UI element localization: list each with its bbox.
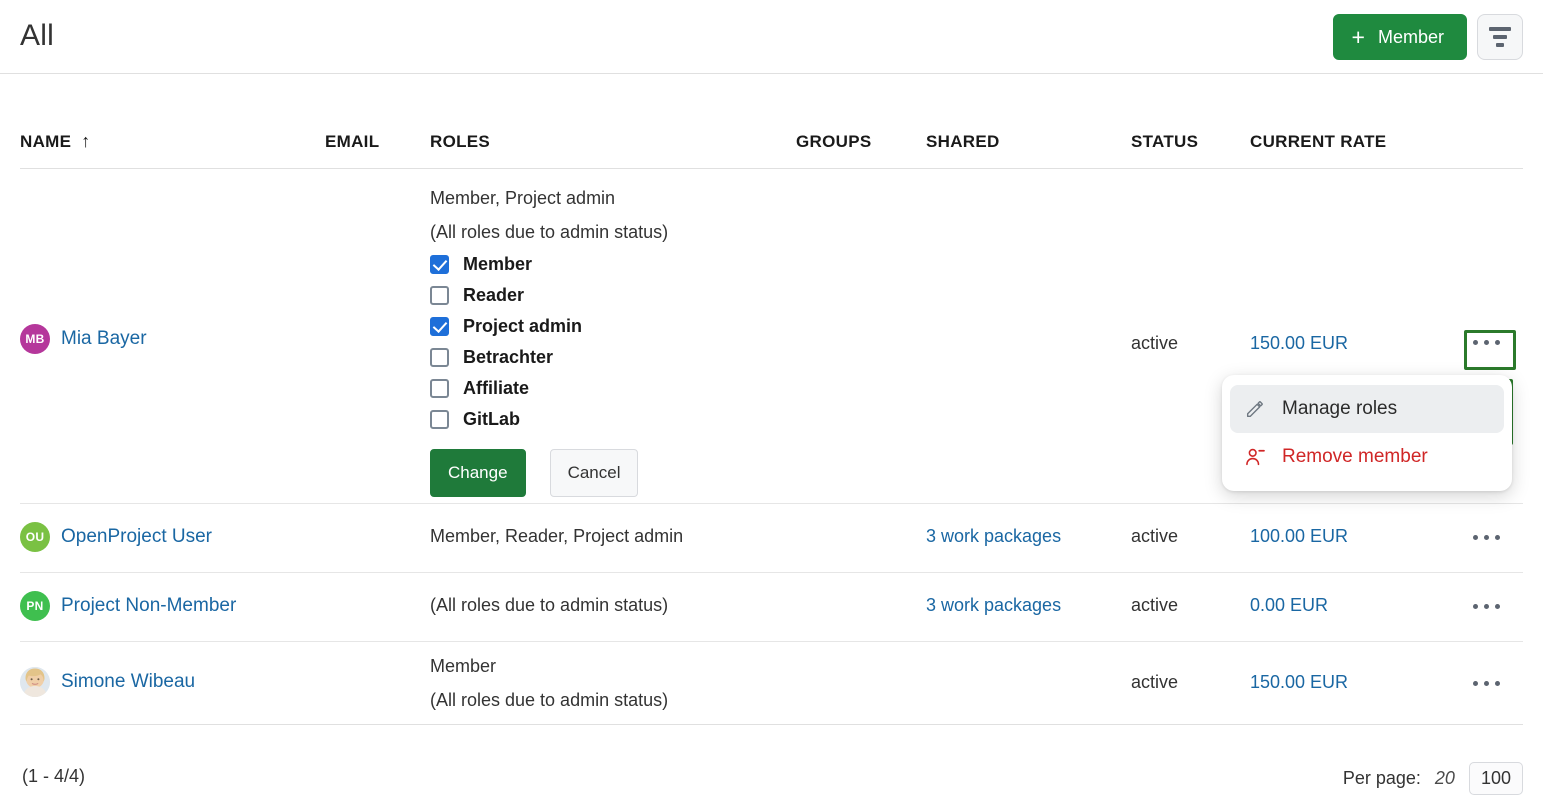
role-checkbox-betrachter[interactable]: Betrachter bbox=[430, 342, 668, 373]
avatar: MB bbox=[20, 324, 50, 354]
table-header-row: NAME↑ EMAIL ROLES GROUPS SHARED STATUS C… bbox=[20, 74, 1523, 169]
plus-icon: + bbox=[1352, 26, 1365, 49]
role-option-label: Project admin bbox=[463, 316, 582, 337]
change-roles-button[interactable]: Change bbox=[430, 449, 526, 497]
ellipsis-icon bbox=[1473, 604, 1478, 609]
dropdown-item-manage-roles[interactable]: Manage roles bbox=[1230, 385, 1504, 433]
member-name-link[interactable]: Mia Bayer bbox=[61, 328, 147, 350]
avatar bbox=[20, 667, 50, 697]
column-header-name[interactable]: NAME↑ bbox=[20, 131, 91, 152]
pencil-icon bbox=[1244, 398, 1266, 420]
table-row: PN Project Non-Member (All roles due to … bbox=[20, 573, 1523, 642]
page-toolbar: All + Member bbox=[0, 0, 1543, 74]
member-name-link[interactable]: OpenProject User bbox=[61, 526, 212, 548]
ellipsis-icon bbox=[1473, 535, 1478, 540]
member-name-cell: OU OpenProject User bbox=[20, 522, 212, 552]
pagination-count: (1 - 4/4) bbox=[22, 766, 85, 787]
row-actions-dropdown: Manage roles Remove member bbox=[1222, 375, 1512, 491]
role-option-label: Member bbox=[463, 254, 532, 275]
per-page-option-100[interactable]: 100 bbox=[1469, 762, 1523, 795]
checkbox-unchecked-icon[interactable] bbox=[430, 286, 449, 305]
status-badge: active bbox=[1131, 333, 1178, 354]
column-header-email[interactable]: EMAIL bbox=[325, 132, 379, 152]
ellipsis-icon bbox=[1473, 681, 1478, 686]
member-name-link[interactable]: Project Non-Member bbox=[61, 595, 236, 617]
role-checkbox-project-admin[interactable]: Project admin bbox=[430, 311, 668, 342]
sort-ascending-icon: ↑ bbox=[81, 131, 90, 152]
roles-summary: Member, Reader, Project admin bbox=[430, 526, 683, 547]
member-name-cell: MB Mia Bayer bbox=[20, 324, 147, 354]
avatar: OU bbox=[20, 522, 50, 552]
role-option-label: Reader bbox=[463, 285, 524, 306]
role-option-label: Affiliate bbox=[463, 378, 529, 399]
current-rate-link[interactable]: 150.00 EUR bbox=[1250, 333, 1348, 354]
checkbox-checked-icon[interactable] bbox=[430, 255, 449, 274]
table-row: Simone Wibeau Member (All roles due to a… bbox=[20, 642, 1523, 725]
member-name-cell: PN Project Non-Member bbox=[20, 591, 236, 621]
per-page-option-20[interactable]: 20 bbox=[1435, 768, 1455, 789]
roles-admin-note: (All roles due to admin status) bbox=[430, 684, 668, 718]
row-actions-menu-button[interactable] bbox=[1464, 325, 1508, 359]
role-checkbox-affiliate[interactable]: Affiliate bbox=[430, 373, 668, 404]
roles-summary: Member bbox=[430, 650, 668, 684]
add-member-button[interactable]: + Member bbox=[1333, 14, 1467, 60]
role-checkbox-member[interactable]: Member bbox=[430, 249, 668, 280]
table-row: OU OpenProject User Member, Reader, Proj… bbox=[20, 504, 1523, 573]
per-page-control: Per page: 20 100 bbox=[1343, 762, 1523, 795]
row-actions-menu-button[interactable] bbox=[1464, 666, 1508, 700]
shared-work-packages-link[interactable]: 3 work packages bbox=[926, 595, 1061, 616]
filter-button[interactable] bbox=[1477, 14, 1523, 60]
roles-editor-actions: Change Cancel bbox=[430, 449, 668, 497]
status-badge: active bbox=[1131, 526, 1178, 547]
column-header-groups[interactable]: GROUPS bbox=[796, 132, 871, 152]
member-name-link[interactable]: Simone Wibeau bbox=[61, 671, 195, 693]
roles-cell: Member, Project admin (All roles due to … bbox=[430, 181, 668, 497]
avatar-photo bbox=[20, 667, 50, 697]
roles-summary: Member, Project admin bbox=[430, 181, 668, 215]
person-remove-icon bbox=[1244, 446, 1266, 468]
dropdown-item-label: Manage roles bbox=[1282, 398, 1397, 420]
filter-icon bbox=[1489, 27, 1511, 47]
row-actions-menu-button[interactable] bbox=[1464, 520, 1508, 554]
current-rate-link[interactable]: 150.00 EUR bbox=[1250, 672, 1348, 693]
roles-summary: (All roles due to admin status) bbox=[430, 595, 668, 616]
dropdown-item-label: Remove member bbox=[1282, 446, 1428, 468]
shared-work-packages-link[interactable]: 3 work packages bbox=[926, 526, 1061, 547]
ellipsis-icon bbox=[1473, 340, 1478, 345]
page-title: All bbox=[20, 19, 54, 53]
checkbox-unchecked-icon[interactable] bbox=[430, 348, 449, 367]
roles-admin-note: (All roles due to admin status) bbox=[430, 215, 668, 249]
roles-cell: Member (All roles due to admin status) bbox=[430, 650, 668, 718]
checkbox-unchecked-icon[interactable] bbox=[430, 410, 449, 429]
role-option-label: Betrachter bbox=[463, 347, 553, 368]
status-badge: active bbox=[1131, 595, 1178, 616]
role-checkbox-reader[interactable]: Reader bbox=[430, 280, 668, 311]
table-footer: (1 - 4/4) Per page: 20 100 bbox=[0, 752, 1543, 810]
current-rate-link[interactable]: 100.00 EUR bbox=[1250, 526, 1348, 547]
members-page: All + Member NAME↑ EMAIL ROLES GROUPS SH… bbox=[0, 0, 1543, 810]
checkbox-unchecked-icon[interactable] bbox=[430, 379, 449, 398]
status-badge: active bbox=[1131, 672, 1178, 693]
roles-editor: Member, Project admin (All roles due to … bbox=[430, 181, 668, 497]
role-checkbox-gitlab[interactable]: GitLab bbox=[430, 404, 668, 435]
role-option-label: GitLab bbox=[463, 409, 520, 430]
cancel-roles-button[interactable]: Cancel bbox=[550, 449, 639, 497]
toolbar-actions: + Member bbox=[1333, 14, 1523, 60]
row-actions-menu-button[interactable] bbox=[1464, 589, 1508, 623]
column-header-current-rate[interactable]: CURRENT RATE bbox=[1250, 132, 1386, 152]
current-rate-link[interactable]: 0.00 EUR bbox=[1250, 595, 1328, 616]
add-member-label: Member bbox=[1378, 27, 1444, 48]
checkbox-checked-icon[interactable] bbox=[430, 317, 449, 336]
column-header-roles[interactable]: ROLES bbox=[430, 132, 490, 152]
column-header-status[interactable]: STATUS bbox=[1131, 132, 1198, 152]
per-page-label: Per page: bbox=[1343, 768, 1421, 789]
member-name-cell: Simone Wibeau bbox=[20, 667, 195, 697]
avatar: PN bbox=[20, 591, 50, 621]
dropdown-item-remove-member[interactable]: Remove member bbox=[1230, 433, 1504, 481]
column-header-shared[interactable]: SHARED bbox=[926, 132, 1000, 152]
